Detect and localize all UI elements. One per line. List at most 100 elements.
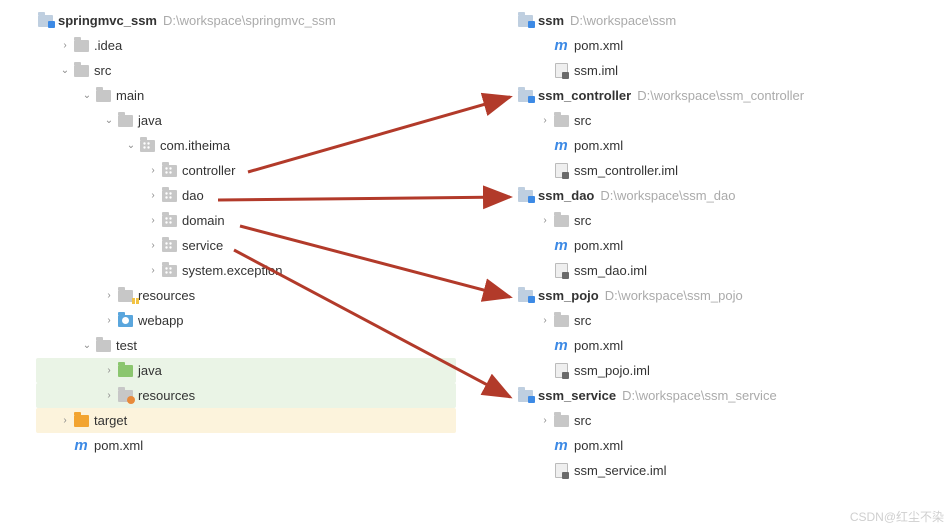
iml-file-icon xyxy=(552,462,570,480)
file-iml[interactable]: ›ssm_dao.iml xyxy=(516,258,936,283)
file-pom[interactable]: › m pom.xml xyxy=(36,433,456,458)
module-ssm-service[interactable]: ssm_service D:\workspace\ssm_service xyxy=(516,383,936,408)
folder-src[interactable]: ⌄ src xyxy=(36,58,456,83)
package-system-exception[interactable]: › system.exception xyxy=(36,258,456,283)
expand-icon[interactable]: › xyxy=(538,415,552,426)
file-iml[interactable]: ›ssm_pojo.iml xyxy=(516,358,936,383)
file-pom[interactable]: ›mpom.xml xyxy=(516,233,936,258)
folder-icon xyxy=(94,337,112,355)
folder-resources[interactable]: › resources xyxy=(36,283,456,308)
folder-label: src xyxy=(94,63,111,78)
expand-icon[interactable]: › xyxy=(146,165,160,176)
package-icon xyxy=(160,162,178,180)
module-root[interactable]: springmvc_ssm D:\workspace\springmvc_ssm xyxy=(36,8,456,33)
folder-icon xyxy=(94,87,112,105)
folder-icon xyxy=(72,37,90,55)
file-label: ssm_controller.iml xyxy=(574,163,678,178)
folder-icon xyxy=(72,62,90,80)
folder-main[interactable]: ⌄ main xyxy=(36,83,456,108)
maven-file-icon: m xyxy=(552,237,570,255)
folder-test-resources[interactable]: › resources xyxy=(36,383,456,408)
folder-icon xyxy=(552,412,570,430)
file-label: pom.xml xyxy=(574,338,623,353)
expand-icon[interactable]: › xyxy=(102,390,116,401)
folder-src[interactable]: › src xyxy=(516,308,936,333)
file-label: pom.xml xyxy=(94,438,143,453)
file-label: pom.xml xyxy=(574,438,623,453)
folder-label: src xyxy=(574,113,591,128)
folder-java[interactable]: ⌄ java xyxy=(36,108,456,133)
file-pom[interactable]: ›mpom.xml xyxy=(516,433,936,458)
file-pom[interactable]: ›mpom.xml xyxy=(516,133,936,158)
file-label: ssm.iml xyxy=(574,63,618,78)
file-pom[interactable]: ›mpom.xml xyxy=(516,33,936,58)
collapse-icon[interactable]: ⌄ xyxy=(80,90,94,101)
package-icon xyxy=(138,137,156,155)
folder-target[interactable]: › target xyxy=(36,408,456,433)
module-ssm-controller[interactable]: ssm_controller D:\workspace\ssm_controll… xyxy=(516,83,936,108)
expand-icon[interactable]: › xyxy=(146,190,160,201)
file-pom[interactable]: ›mpom.xml xyxy=(516,333,936,358)
watermark: CSDN@红尘不染 xyxy=(850,508,944,525)
module-folder-icon xyxy=(516,287,534,305)
left-project-tree: springmvc_ssm D:\workspace\springmvc_ssm… xyxy=(36,8,456,458)
module-path: D:\workspace\ssm_dao xyxy=(600,188,735,203)
file-iml[interactable]: ›ssm_service.iml xyxy=(516,458,936,483)
module-folder-icon xyxy=(516,12,534,30)
expand-icon[interactable]: › xyxy=(538,115,552,126)
package-domain[interactable]: › domain xyxy=(36,208,456,233)
folder-label: webapp xyxy=(138,313,184,328)
expand-icon[interactable]: › xyxy=(58,40,72,51)
maven-file-icon: m xyxy=(72,437,90,455)
folder-test[interactable]: ⌄ test xyxy=(36,333,456,358)
expand-icon[interactable]: › xyxy=(146,265,160,276)
expand-icon[interactable]: › xyxy=(58,415,72,426)
folder-icon xyxy=(116,112,134,130)
collapse-icon[interactable]: ⌄ xyxy=(124,140,138,151)
package-service[interactable]: › service xyxy=(36,233,456,258)
file-iml[interactable]: ›ssm_controller.iml xyxy=(516,158,936,183)
package-dao[interactable]: › dao xyxy=(36,183,456,208)
folder-icon xyxy=(552,112,570,130)
folder-label: target xyxy=(94,413,127,428)
module-ssm-pojo[interactable]: ssm_pojo D:\workspace\ssm_pojo xyxy=(516,283,936,308)
module-folder-icon xyxy=(36,12,54,30)
collapse-icon[interactable]: ⌄ xyxy=(102,115,116,126)
folder-idea[interactable]: › .idea xyxy=(36,33,456,58)
module-path: D:\workspace\ssm_controller xyxy=(637,88,804,103)
folder-label: java xyxy=(138,113,162,128)
module-ssm[interactable]: ssm D:\workspace\ssm xyxy=(516,8,936,33)
package-icon xyxy=(160,187,178,205)
collapse-icon[interactable]: ⌄ xyxy=(80,340,94,351)
file-iml[interactable]: ›ssm.iml xyxy=(516,58,936,83)
expand-icon[interactable]: › xyxy=(146,240,160,251)
package-controller[interactable]: › controller xyxy=(36,158,456,183)
module-folder-icon xyxy=(516,387,534,405)
folder-test-java[interactable]: › java xyxy=(36,358,456,383)
module-name: ssm_controller xyxy=(538,88,631,103)
folder-src[interactable]: ›src xyxy=(516,408,936,433)
module-name: ssm_pojo xyxy=(538,288,599,303)
folder-label: java xyxy=(138,363,162,378)
iml-file-icon xyxy=(552,162,570,180)
resources-folder-icon xyxy=(116,287,134,305)
expand-icon[interactable]: › xyxy=(538,215,552,226)
folder-src[interactable]: › src xyxy=(516,108,936,133)
expand-icon[interactable]: › xyxy=(146,215,160,226)
folder-label: .idea xyxy=(94,38,122,53)
expand-icon[interactable]: › xyxy=(102,315,116,326)
collapse-icon[interactable]: ⌄ xyxy=(58,65,72,76)
expand-icon[interactable]: › xyxy=(102,365,116,376)
file-label: ssm_dao.iml xyxy=(574,263,647,278)
package-root[interactable]: ⌄ com.itheima xyxy=(36,133,456,158)
folder-src[interactable]: ›src xyxy=(516,208,936,233)
expand-icon[interactable]: › xyxy=(102,290,116,301)
module-path: D:\workspace\ssm_pojo xyxy=(605,288,743,303)
module-ssm-dao[interactable]: ssm_dao D:\workspace\ssm_dao xyxy=(516,183,936,208)
package-label: domain xyxy=(182,213,225,228)
iml-file-icon xyxy=(552,362,570,380)
folder-label: test xyxy=(116,338,137,353)
folder-webapp[interactable]: › webapp xyxy=(36,308,456,333)
expand-icon[interactable]: › xyxy=(538,315,552,326)
folder-label: src xyxy=(574,313,591,328)
